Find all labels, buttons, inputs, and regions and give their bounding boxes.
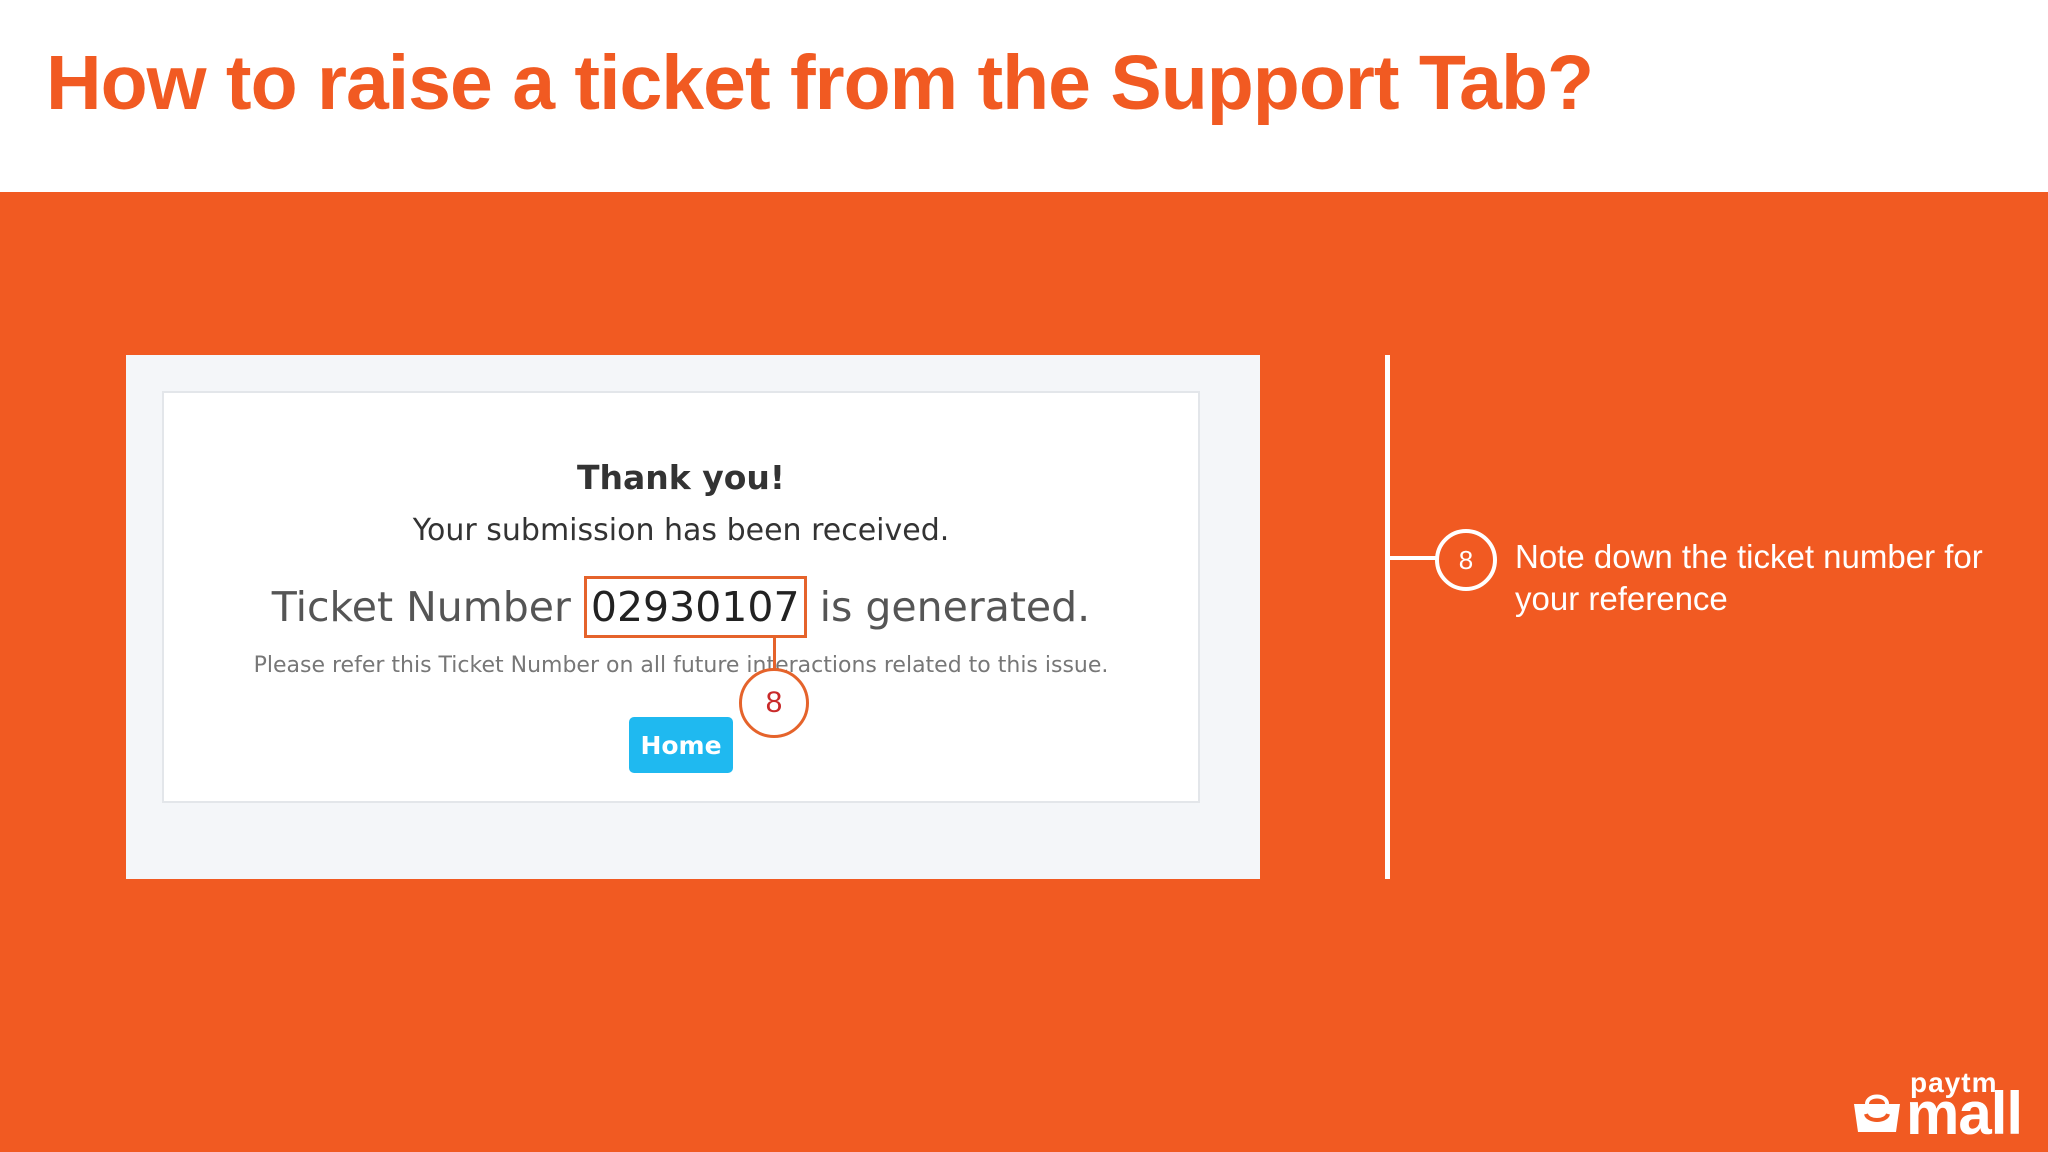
slide-title: How to raise a ticket from the Support T… — [46, 40, 1594, 126]
screenshot-frame: Thank you! Your submission has been rece… — [126, 355, 1260, 879]
confirmation-card: Thank you! Your submission has been rece… — [162, 391, 1200, 803]
home-button[interactable]: Home — [629, 717, 733, 773]
callout-connector — [773, 637, 776, 672]
ticket-line: Ticket Number 02930107 is generated. — [164, 576, 1198, 638]
step-instruction: Note down the ticket number for your ref… — [1515, 538, 1983, 617]
slide-header: How to raise a ticket from the Support T… — [0, 0, 2048, 192]
refer-note: Please refer this Ticket Number on all f… — [253, 653, 1109, 678]
ticket-suffix: is generated. — [819, 583, 1091, 631]
submission-message: Your submission has been received. — [412, 513, 950, 548]
shopping-bag-icon — [1854, 1094, 1900, 1132]
ticket-number: 02930107 — [583, 576, 807, 638]
step-connector-line — [1388, 556, 1436, 560]
logo-big-text: mall — [1906, 1080, 2023, 1147]
ticket-prefix: Ticket Number — [271, 583, 571, 631]
step-number-badge: 8 — [1435, 529, 1497, 591]
step-vertical-line — [1385, 355, 1390, 879]
thank-you-heading: Thank you! — [577, 458, 785, 497]
paytm-mall-logo: paytm mall — [1852, 1068, 2032, 1144]
callout-step-badge: 8 — [739, 668, 809, 738]
